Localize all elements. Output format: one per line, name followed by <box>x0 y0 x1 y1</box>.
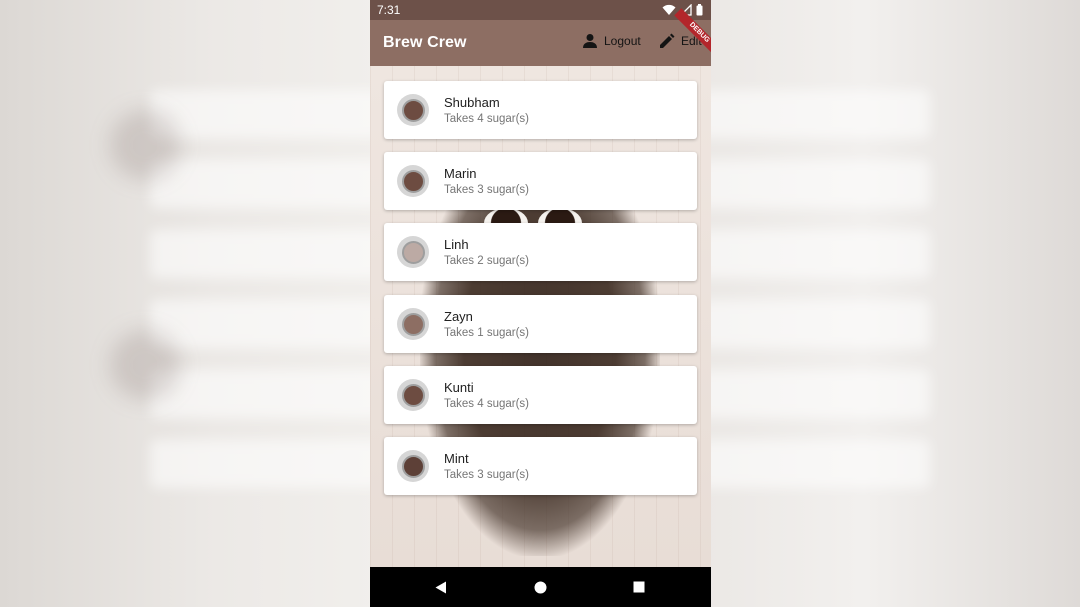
brew-tile[interactable]: Shubham Takes 4 sugar(s) <box>384 81 697 139</box>
brew-sugars: Takes 3 sugar(s) <box>444 184 530 196</box>
blurred-avatar <box>110 330 180 400</box>
person-icon <box>583 34 597 48</box>
coffee-cup-icon <box>401 169 425 193</box>
brew-tile[interactable]: Marin Takes 3 sugar(s) <box>384 152 697 210</box>
brew-name: Linh <box>444 237 469 252</box>
logout-label: Logout <box>604 34 641 48</box>
brew-sugars: Takes 2 sugar(s) <box>444 255 530 267</box>
coffee-cup-icon <box>401 312 425 336</box>
brew-name: Shubham <box>444 95 500 110</box>
brew-avatar <box>397 450 429 482</box>
battery-icon <box>696 4 703 16</box>
app-title: Brew Crew <box>383 34 467 51</box>
brew-tile[interactable]: Kunti Takes 4 sugar(s) <box>384 366 697 424</box>
home-circle-icon <box>534 581 546 593</box>
back-triangle-icon <box>435 581 446 593</box>
background-stage: 7:31 Brew Crew Logout Edit DEBUG Shubham… <box>0 0 1080 607</box>
brew-sugars: Takes 3 sugar(s) <box>444 469 530 481</box>
phone-screen: 7:31 Brew Crew Logout Edit DEBUG Shubham… <box>370 0 711 607</box>
edit-pencil-icon <box>660 33 675 48</box>
brew-avatar <box>397 236 429 268</box>
coffee-cup-icon <box>401 383 425 407</box>
brew-list-area[interactable]: Shubham Takes 4 sugar(s) Marin Takes 3 s… <box>370 66 711 567</box>
brew-name: Marin <box>444 166 477 181</box>
brew-tile[interactable]: Zayn Takes 1 sugar(s) <box>384 295 697 353</box>
nav-home-button[interactable] <box>530 577 550 597</box>
brew-avatar <box>397 94 429 126</box>
brew-avatar <box>397 379 429 411</box>
brew-sugars: Takes 1 sugar(s) <box>444 327 530 339</box>
coffee-cup-icon <box>401 98 425 122</box>
brew-name: Mint <box>444 451 469 466</box>
status-bar: 7:31 <box>370 0 711 20</box>
brew-name: Kunti <box>444 380 474 395</box>
brew-sugars: Takes 4 sugar(s) <box>444 398 530 410</box>
logout-button[interactable]: Logout <box>582 33 641 49</box>
coffee-cup-icon <box>401 240 425 264</box>
coffee-cup-icon <box>401 454 425 478</box>
status-time: 7:31 <box>377 3 401 17</box>
brew-name: Zayn <box>444 309 473 324</box>
brew-tile[interactable]: Linh Takes 2 sugar(s) <box>384 223 697 281</box>
recents-square-icon <box>633 581 645 593</box>
nav-back-button[interactable] <box>431 577 451 597</box>
blurred-avatar <box>110 110 180 180</box>
brew-avatar <box>397 308 429 340</box>
system-nav-bar <box>370 567 711 607</box>
brew-sugars: Takes 4 sugar(s) <box>444 113 530 125</box>
nav-recents-button[interactable] <box>629 577 649 597</box>
brew-avatar <box>397 165 429 197</box>
app-bar: Brew Crew Logout Edit DEBUG <box>370 8 711 66</box>
brew-tile[interactable]: Mint Takes 3 sugar(s) <box>384 437 697 495</box>
